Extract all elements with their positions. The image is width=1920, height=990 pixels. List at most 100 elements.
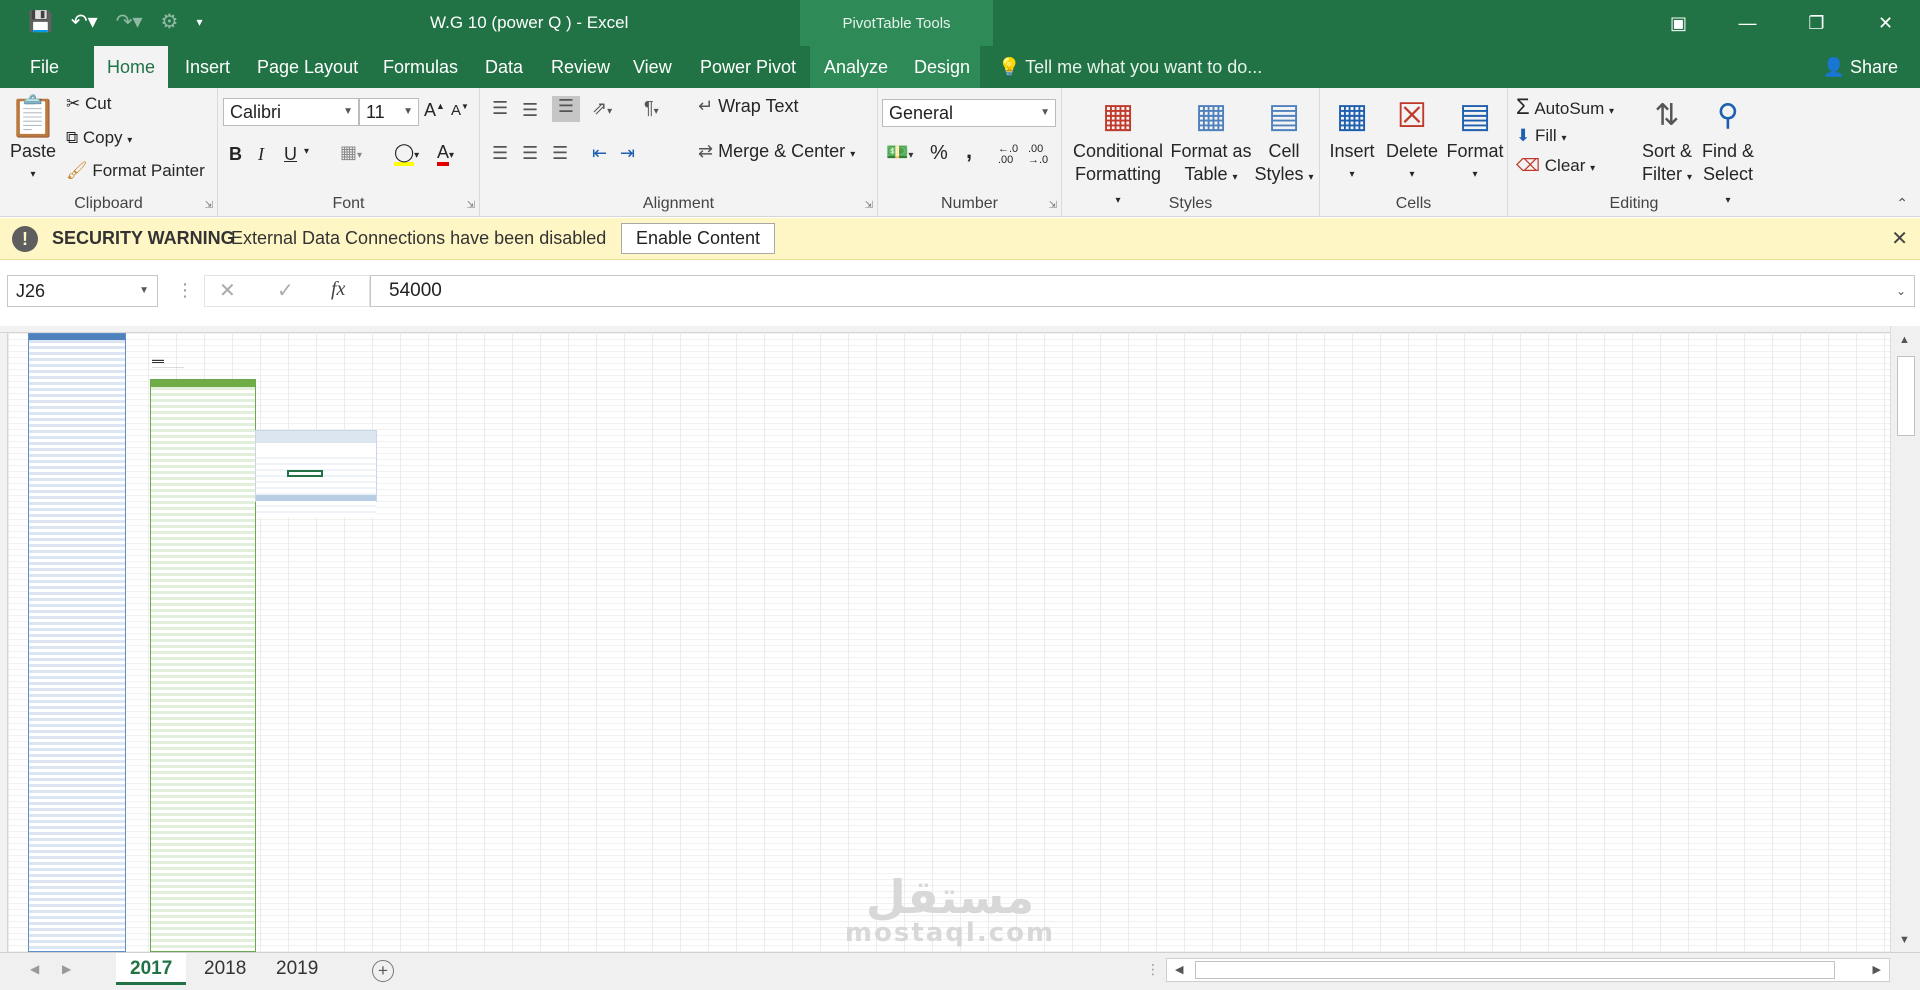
name-box[interactable]: J26 ▼: [7, 275, 158, 307]
vertical-scrollbar[interactable]: ▲ ▼: [1890, 326, 1920, 952]
tab-splitter-icon[interactable]: ⋮: [1146, 961, 1160, 978]
fill-button[interactable]: ⬇ Fill ▾: [1516, 126, 1566, 146]
ribbon-display-options-icon[interactable]: ▣: [1644, 0, 1713, 46]
scroll-down-icon[interactable]: ▼: [1899, 934, 1910, 946]
tab-power-pivot[interactable]: Power Pivot: [687, 46, 809, 88]
table-rows[interactable]: [29, 340, 125, 951]
align-left-icon[interactable]: ☰: [492, 143, 508, 164]
active-cell-j26[interactable]: [287, 470, 323, 477]
bold-button[interactable]: B: [229, 144, 242, 165]
sort-filter-button[interactable]: ⇅ Sort & Filter ▾: [1638, 92, 1696, 189]
percent-style-button[interactable]: %: [930, 142, 948, 165]
data-table-blue[interactable]: [28, 333, 126, 952]
insert-function-icon[interactable]: fx: [331, 278, 345, 301]
horizontal-scroll-thumb[interactable]: [1195, 961, 1835, 979]
cell-styles-button[interactable]: ▤ Cell Styles ▾: [1254, 92, 1314, 189]
tab-home[interactable]: Home: [94, 46, 169, 88]
column-headers[interactable]: [0, 326, 1890, 333]
decrease-decimal-button[interactable]: .00 →.0: [1028, 144, 1048, 166]
bottom-align-icon[interactable]: ☰: [552, 96, 580, 122]
format-painter-button[interactable]: 🖌 Format Painter: [66, 161, 205, 181]
table-rows[interactable]: [151, 387, 255, 951]
alignment-launcher-icon[interactable]: ⇲: [865, 200, 873, 211]
restore-icon[interactable]: ❐: [1782, 0, 1851, 46]
accounting-format-icon[interactable]: 💵▾: [886, 142, 913, 163]
grow-font-icon[interactable]: A▲: [424, 100, 445, 121]
undo-icon[interactable]: ↶▾: [71, 10, 98, 34]
number-launcher-icon[interactable]: ⇲: [1049, 200, 1057, 211]
collapse-ribbon-icon[interactable]: ⌃: [1896, 195, 1908, 212]
underline-dropdown-icon[interactable]: ▾: [304, 146, 309, 157]
orientation-icon[interactable]: ⇗▾: [592, 98, 612, 119]
conditional-formatting-button[interactable]: ▦ Conditional Formatting ▾: [1070, 92, 1166, 212]
font-size-combo[interactable]: 11 ▼: [359, 98, 419, 126]
increase-indent-icon[interactable]: ⇥: [620, 143, 635, 164]
tab-design[interactable]: Design: [901, 46, 983, 88]
row-headers[interactable]: [0, 333, 8, 952]
number-format-combo[interactable]: General ▼: [882, 99, 1056, 127]
vertical-scroll-thumb[interactable]: [1897, 356, 1915, 436]
tell-me-box[interactable]: 💡 Tell me what you want to do...: [998, 46, 1262, 88]
tab-data[interactable]: Data: [472, 46, 536, 88]
tab-analyze[interactable]: Analyze: [811, 46, 901, 88]
scroll-left-icon[interactable]: ◀: [1175, 963, 1183, 976]
clipboard-launcher-icon[interactable]: ⇲: [205, 200, 213, 211]
italic-button[interactable]: I: [258, 144, 264, 165]
cell-grid[interactable]: [8, 333, 1890, 952]
tab-file[interactable]: File: [17, 46, 72, 88]
cut-button[interactable]: ✂ Cut: [66, 94, 111, 114]
font-launcher-icon[interactable]: ⇲: [467, 200, 475, 211]
expand-formula-bar-icon[interactable]: ⌄: [1896, 276, 1906, 306]
find-select-button[interactable]: ⚲ Find & Select ▾: [1698, 92, 1758, 212]
format-cells-button[interactable]: ▤ Format ▾: [1444, 92, 1506, 186]
pivot-table[interactable]: [255, 430, 377, 517]
paste-button[interactable]: 📋 Paste ▾: [8, 94, 58, 186]
horizontal-scrollbar[interactable]: ◀ ▶: [1166, 958, 1890, 982]
comma-style-button[interactable]: ,: [966, 138, 972, 164]
sheet-tab-2017[interactable]: 2017: [116, 953, 187, 985]
scroll-up-icon[interactable]: ▲: [1899, 334, 1910, 346]
close-icon[interactable]: ✕: [1891, 226, 1908, 251]
enter-icon[interactable]: ✓: [277, 278, 294, 303]
copy-button[interactable]: ⧉ Copy ▾: [66, 128, 132, 148]
delete-cells-button[interactable]: ☒ Delete ▾: [1382, 92, 1442, 186]
customize-icon[interactable]: ⚙: [161, 10, 179, 34]
save-icon[interactable]: 💾: [28, 10, 53, 34]
increase-decimal-button[interactable]: ←.0 .00: [998, 144, 1018, 166]
share-button[interactable]: 👤 Share: [1823, 46, 1898, 88]
sheet-tab-2019[interactable]: 2019: [262, 953, 332, 985]
formula-input[interactable]: 54000 ⌄: [370, 275, 1915, 307]
minimize-icon[interactable]: —: [1713, 0, 1782, 46]
autosum-button[interactable]: Σ AutoSum ▾: [1516, 94, 1614, 120]
cancel-icon[interactable]: ✕: [219, 278, 236, 303]
insert-cells-button[interactable]: ▦ Insert ▾: [1324, 92, 1380, 186]
text-direction-icon[interactable]: ¶▾: [644, 98, 659, 119]
next-sheet-icon[interactable]: ▶: [62, 962, 71, 976]
add-sheet-icon[interactable]: +: [372, 960, 394, 982]
pivot-rows[interactable]: [256, 453, 376, 517]
decrease-indent-icon[interactable]: ⇤: [592, 143, 607, 164]
tab-view[interactable]: View: [620, 46, 685, 88]
redo-icon[interactable]: ↷▾: [116, 10, 143, 34]
format-as-table-button[interactable]: ▦ Format as Table ▾: [1170, 92, 1252, 189]
tab-page-layout[interactable]: Page Layout: [244, 46, 371, 88]
enable-content-button[interactable]: Enable Content: [621, 223, 775, 254]
font-color-icon[interactable]: A▾: [437, 142, 454, 166]
worksheet-area[interactable]: ▬▬▬ ————————: [0, 326, 1890, 952]
align-right-icon[interactable]: ☰: [552, 143, 568, 164]
top-align-icon[interactable]: ☰: [492, 98, 508, 119]
scroll-right-icon[interactable]: ▶: [1873, 963, 1881, 976]
wrap-text-button[interactable]: ↵ Wrap Text: [698, 96, 798, 117]
close-icon[interactable]: ✕: [1851, 0, 1920, 46]
font-name-combo[interactable]: Calibri ▼: [223, 98, 359, 126]
tab-formulas[interactable]: Formulas: [370, 46, 471, 88]
middle-align-icon[interactable]: ☰: [522, 100, 538, 121]
sheet-tab-2018[interactable]: 2018: [190, 953, 260, 985]
formula-bar-splitter-icon[interactable]: ⋮: [176, 280, 194, 301]
tab-insert[interactable]: Insert: [172, 46, 243, 88]
data-table-green[interactable]: [150, 379, 256, 952]
underline-button[interactable]: U: [284, 144, 297, 165]
fill-color-icon[interactable]: ◯▾: [394, 142, 419, 166]
shrink-font-icon[interactable]: A▼: [451, 102, 469, 119]
prev-sheet-icon[interactable]: ◀: [30, 962, 39, 976]
